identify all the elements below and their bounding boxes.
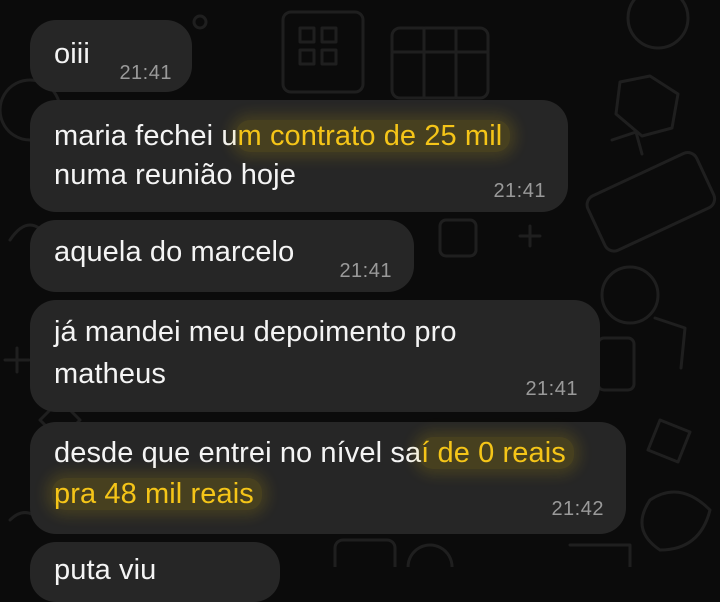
message-text: puta viu — [54, 554, 157, 586]
highlighted-text: í de 0 reais — [419, 437, 574, 469]
message-timestamp: 21:41 — [493, 180, 546, 202]
message-bubble[interactable]: oiii 21:41 — [30, 20, 192, 92]
message-line: numa reunião hoje — [54, 159, 296, 191]
message-timestamp: 21:41 — [525, 378, 578, 400]
message-bubble[interactable]: desde que entrei no nível saí de 0 reais… — [30, 422, 626, 534]
message-line: já mandei meu depoimento pro — [54, 316, 457, 348]
message-bubble[interactable]: puta viu — [30, 542, 280, 602]
message-timestamp: 21:42 — [551, 498, 604, 520]
chat-message-list[interactable]: oiii 21:41 maria fechei um contrato de 2… — [0, 0, 720, 602]
message-bubble[interactable]: já mandei meu depoimento pro matheus 21:… — [30, 300, 600, 412]
message-bubble[interactable]: aquela do marcelo 21:41 — [30, 220, 414, 292]
message-line: matheus — [54, 358, 166, 390]
message-timestamp: 21:41 — [339, 260, 392, 282]
highlighted-text: m contrato de 25 mil — [235, 120, 511, 152]
message-bubble[interactable]: maria fechei um contrato de 25 mil numa … — [30, 100, 568, 212]
message-text: oiii — [54, 38, 90, 70]
message-text-part: maria fechei u — [54, 120, 238, 152]
message-line: pra 48 mil reais — [52, 470, 262, 518]
message-text-part: desde que entrei no nível sa — [54, 437, 422, 469]
highlighted-text: pra 48 mil reais — [52, 478, 262, 510]
message-text: aquela do marcelo — [54, 236, 295, 268]
message-timestamp: 21:41 — [119, 62, 172, 84]
